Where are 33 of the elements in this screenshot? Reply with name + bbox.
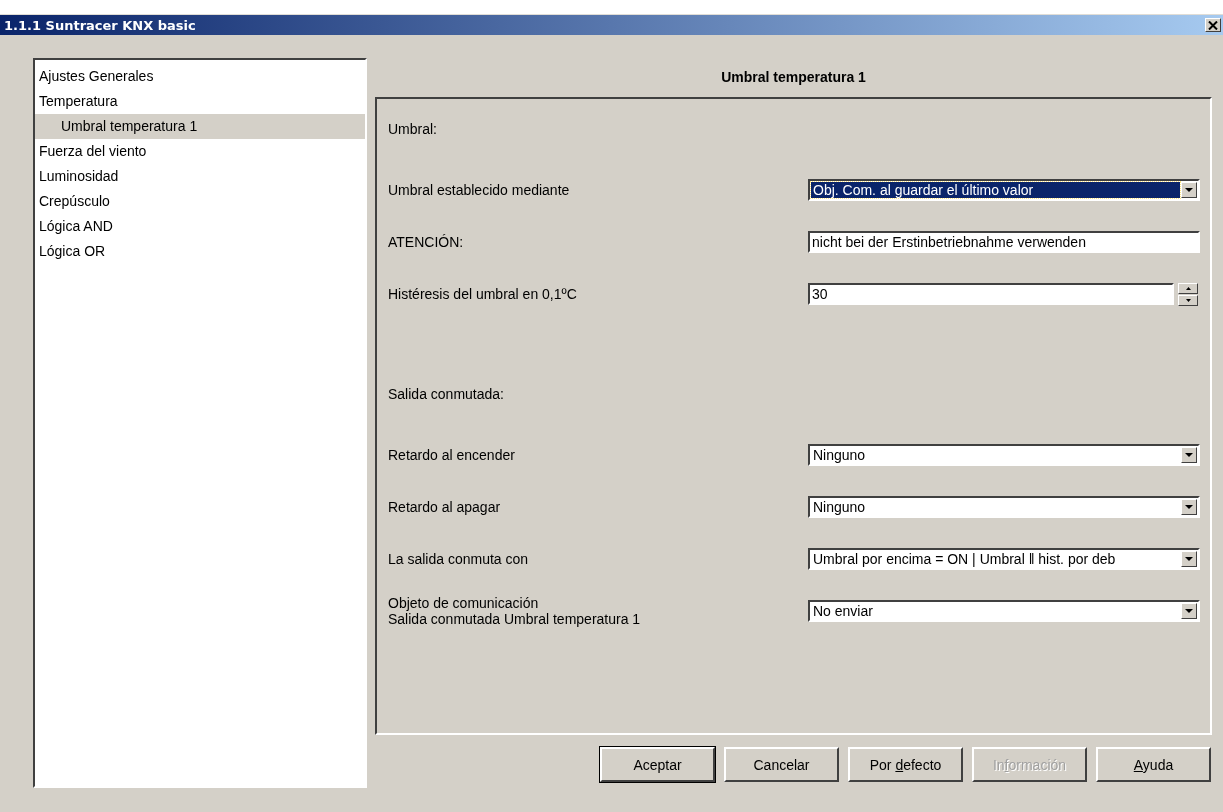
dropdown[interactable]: Ninguno	[808, 496, 1200, 518]
tree-item[interactable]: Lógica OR	[35, 239, 365, 264]
number-field[interactable]: 30	[808, 283, 1174, 305]
tree-item[interactable]: Umbral temperatura 1	[35, 114, 365, 139]
spin-down-icon[interactable]	[1178, 294, 1198, 306]
panel-title: Umbral temperatura 1	[720, 67, 867, 87]
section-label: Salida conmutada:	[388, 386, 505, 402]
field-label: ATENCIÓN:	[388, 234, 465, 250]
section-label: Umbral:	[388, 121, 438, 137]
field-label: Retardo al apagar	[388, 499, 502, 515]
dialog-button[interactable]: Por defecto	[848, 747, 963, 782]
tree-item[interactable]: Temperatura	[35, 89, 365, 114]
field-label: La salida conmuta con	[388, 551, 530, 567]
dropdown[interactable]: No enviar	[808, 600, 1200, 622]
dialog-button[interactable]: Aceptar	[600, 747, 715, 782]
dropdown[interactable]: Obj. Com. al guardar el último valor	[808, 179, 1200, 201]
tree-item[interactable]: Crepúsculo	[35, 189, 365, 214]
tree-item[interactable]: Ajustes Generales	[35, 64, 365, 89]
text-field[interactable]: nicht bei der Erstinbetriebnahme verwenden	[808, 231, 1200, 253]
close-icon[interactable]	[1205, 18, 1221, 32]
tree-item[interactable]: Fuerza del viento	[35, 139, 365, 164]
window-title: 1.1.1 Suntracer KNX basic	[4, 17, 196, 33]
field-label: Histéresis del umbral en 0,1ºC	[388, 286, 578, 302]
dialog-button[interactable]: Cancelar	[724, 747, 839, 782]
tree-item[interactable]: Luminosidad	[35, 164, 365, 189]
tree-item[interactable]: Lógica AND	[35, 214, 365, 239]
dropdown[interactable]: Ninguno	[808, 444, 1200, 466]
field-label: Umbral establecido mediante	[388, 182, 571, 198]
field-label: Retardo al encender	[388, 447, 516, 463]
dropdown[interactable]: Umbral por encima = ON | Umbral ‖ hist. por deb	[808, 548, 1200, 570]
dialog-button[interactable]: Ayuda	[1096, 747, 1211, 782]
spin-up-icon[interactable]	[1178, 282, 1198, 294]
field-label: Objeto de comunicación Salida conmutada Umbral temperatura 1	[388, 595, 642, 627]
